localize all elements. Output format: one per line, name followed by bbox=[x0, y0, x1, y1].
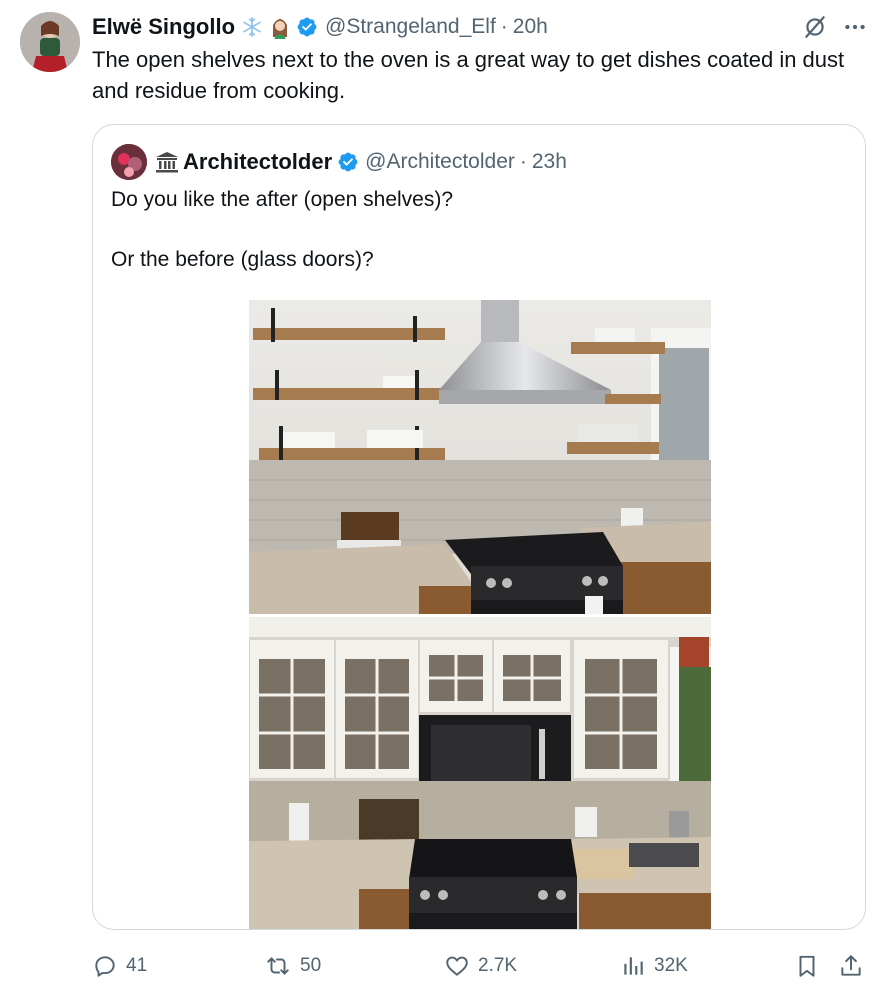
quoted-author-name[interactable]: Architectolder bbox=[183, 149, 332, 175]
share-icon bbox=[838, 953, 864, 979]
views-button[interactable]: 32K bbox=[620, 953, 688, 979]
repost-icon bbox=[264, 953, 292, 979]
quoted-separator-dot: · bbox=[519, 150, 527, 173]
quoted-author-handle[interactable]: @Architectolder bbox=[365, 150, 515, 174]
author-handle[interactable]: @Strangeland_Elf bbox=[325, 15, 496, 39]
more-options-icon[interactable] bbox=[842, 14, 868, 40]
bookmark-icon bbox=[794, 953, 820, 979]
like-count: 2.7K bbox=[478, 955, 518, 976]
repost-count: 50 bbox=[300, 955, 322, 976]
woman-elf-icon bbox=[269, 15, 291, 39]
tweet-text: The open shelves next to the oven is a g… bbox=[92, 47, 845, 103]
tweet-time[interactable]: 20h bbox=[513, 15, 548, 39]
quoted-tweet-text: Do you like the after (open shelves)? Or… bbox=[111, 185, 841, 275]
quoted-tweet-header: Architectolder @Architectolder · 23h bbox=[111, 144, 567, 180]
author-name[interactable]: Elwë Singollo bbox=[92, 14, 235, 40]
kitchen-photo-glass-doors[interactable] bbox=[249, 617, 711, 929]
separator-dot: · bbox=[500, 15, 508, 38]
tweet-top-actions bbox=[802, 14, 868, 40]
quoted-verified-badge-icon bbox=[337, 151, 359, 173]
views-count: 32K bbox=[654, 955, 688, 976]
reply-button[interactable]: 41 bbox=[92, 953, 147, 979]
quoted-text-line-2: Or the before (glass doors)? bbox=[111, 248, 374, 271]
tweet: Elwë Singollo @Strangeland_Elf · 20h The… bbox=[0, 0, 882, 992]
reply-icon bbox=[92, 953, 118, 979]
verified-badge-icon bbox=[296, 16, 318, 38]
share-button[interactable] bbox=[838, 953, 864, 979]
reply-count: 41 bbox=[126, 955, 148, 976]
like-button[interactable]: 2.7K bbox=[444, 953, 517, 979]
snowflake-icon bbox=[241, 16, 263, 38]
tweet-action-bar: 41 50 2.7K 32K bbox=[92, 948, 866, 984]
grok-icon[interactable] bbox=[802, 14, 828, 40]
analytics-icon bbox=[620, 953, 646, 979]
quoted-tweet-time[interactable]: 23h bbox=[532, 150, 567, 174]
author-avatar[interactable] bbox=[20, 12, 80, 72]
quoted-tweet-card[interactable]: Architectolder @Architectolder · 23h Do … bbox=[92, 124, 866, 930]
bookmark-button[interactable] bbox=[794, 953, 820, 979]
kitchen-photo-open-shelves[interactable] bbox=[249, 300, 711, 614]
classical-building-icon bbox=[155, 151, 179, 173]
quoted-text-line-1: Do you like the after (open shelves)? bbox=[111, 188, 454, 211]
repost-button[interactable]: 50 bbox=[264, 953, 321, 979]
quoted-author-avatar[interactable] bbox=[111, 144, 147, 180]
heart-icon bbox=[444, 953, 470, 979]
tweet-header: Elwë Singollo @Strangeland_Elf · 20h bbox=[92, 12, 548, 42]
